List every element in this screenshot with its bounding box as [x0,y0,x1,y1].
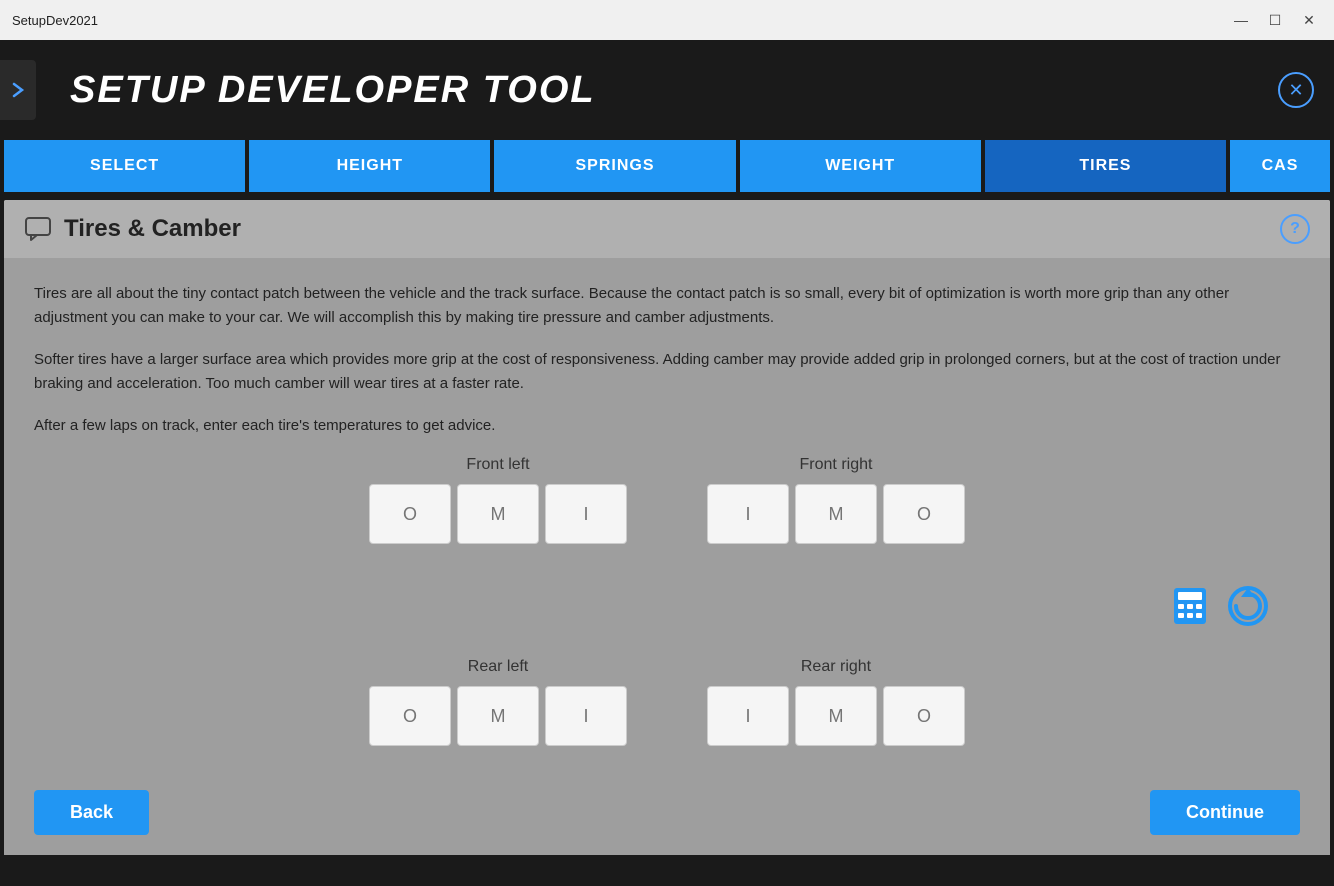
rear-left-label: Rear left [468,658,528,676]
rear-left-o-field[interactable] [370,687,450,745]
refresh-icon[interactable] [1226,584,1270,628]
rear-left-group: Rear left [369,658,627,746]
rear-left-m-field[interactable] [458,687,538,745]
front-left-label: Front left [466,456,529,474]
tab-weight[interactable]: WEIGHT [740,140,981,192]
close-icon: ✕ [1288,80,1303,101]
front-right-inputs [707,484,965,544]
back-button[interactable]: Back [34,790,149,835]
section-title-wrap: Tires & Camber [24,215,241,243]
front-right-m-field[interactable] [796,485,876,543]
front-right-label: Front right [800,456,873,474]
rear-right-i-field[interactable] [708,687,788,745]
front-right-group: Front right [707,456,965,544]
front-left-m-input[interactable] [457,484,539,544]
window-controls: — ☐ ✕ [1228,7,1322,33]
bottom-bar: Back Continue [4,770,1330,855]
rear-left-m-input[interactable] [457,686,539,746]
rear-right-label: Rear right [801,658,871,676]
section-title: Tires & Camber [64,215,241,243]
rear-left-inputs [369,686,627,746]
question-mark-icon: ? [1290,220,1300,238]
rear-right-o-field[interactable] [884,687,964,745]
description-paragraph-1: Tires are all about the tiny contact pat… [34,282,1300,330]
front-left-i-input[interactable] [545,484,627,544]
maximize-button[interactable]: ☐ [1262,7,1288,33]
front-right-o-field[interactable] [884,485,964,543]
front-right-i-field[interactable] [708,485,788,543]
title-bar: SetupDev2021 — ☐ ✕ [0,0,1334,40]
front-right-i-input[interactable] [707,484,789,544]
minimize-button[interactable]: — [1228,7,1254,33]
rear-right-m-input[interactable] [795,686,877,746]
tab-select[interactable]: SELECT [4,140,245,192]
front-left-o-input[interactable] [369,484,451,544]
rear-right-group: Rear right [707,658,965,746]
rear-right-o-input[interactable] [883,686,965,746]
front-left-o-field[interactable] [370,485,450,543]
description-paragraph-3: After a few laps on track, enter each ti… [34,414,1300,438]
front-left-i-field[interactable] [546,485,626,543]
rear-left-i-field[interactable] [546,687,626,745]
description-paragraph-2: Softer tires have a larger surface area … [34,348,1300,396]
calculator-icon[interactable] [1170,586,1210,626]
front-tire-row: Front left Front r [34,456,1300,544]
chevron-right-icon [8,80,28,100]
front-left-m-field[interactable] [458,485,538,543]
nav-tabs: SELECT HEIGHT SPRINGS WEIGHT TIRES CAS [0,140,1334,192]
front-right-o-input[interactable] [883,484,965,544]
rear-right-inputs [707,686,965,746]
tab-springs[interactable]: SPRINGS [494,140,735,192]
app-close-button[interactable]: ✕ [1278,72,1314,108]
continue-button[interactable]: Continue [1150,790,1300,835]
comment-icon [24,215,52,243]
rear-tire-row: Rear left Rear rig [34,658,1300,746]
help-button[interactable]: ? [1280,214,1310,244]
main-content: Tires & Camber ? Tires are all about the… [4,200,1330,855]
app-header: SETUP DEVELOPER TOOL ✕ [0,40,1334,140]
app-title: SETUP DEVELOPER TOOL [70,69,596,112]
tab-cas[interactable]: CAS [1230,140,1330,192]
sidebar-toggle-button[interactable] [0,60,36,120]
window-close-button[interactable]: ✕ [1296,7,1322,33]
tab-tires[interactable]: TIRES [985,140,1226,192]
content-body: Tires are all about the tiny contact pat… [4,258,1330,770]
rear-right-i-input[interactable] [707,686,789,746]
front-right-m-input[interactable] [795,484,877,544]
tab-height[interactable]: HEIGHT [249,140,490,192]
rear-left-o-input[interactable] [369,686,451,746]
front-left-group: Front left [369,456,627,544]
rear-left-i-input[interactable] [545,686,627,746]
window-title: SetupDev2021 [12,13,98,28]
front-left-inputs [369,484,627,544]
section-header: Tires & Camber ? [4,200,1330,258]
rear-right-m-field[interactable] [796,687,876,745]
tire-rows: Front left Front r [34,456,1300,746]
action-icons [34,584,1300,628]
